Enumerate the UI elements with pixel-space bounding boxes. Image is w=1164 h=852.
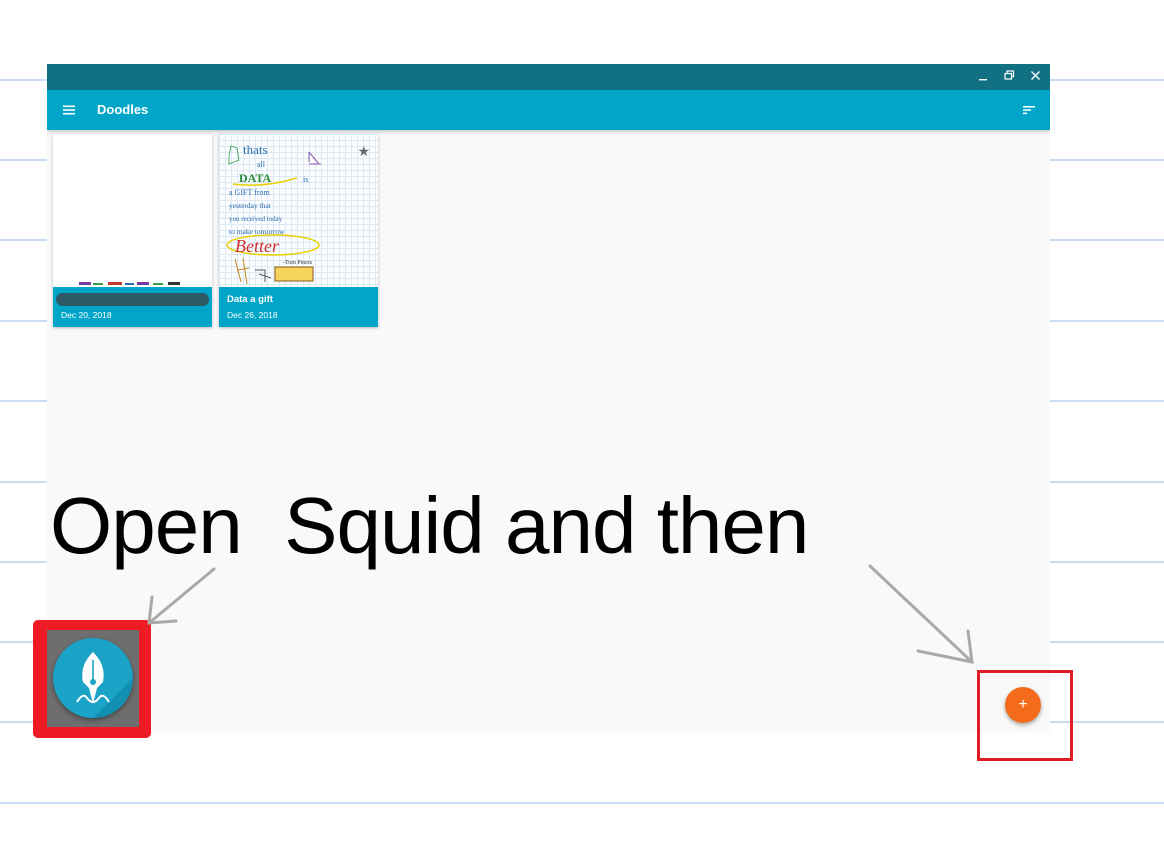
note-thumbnail: thats all DATA is a GIFT from yesterday … xyxy=(219,134,378,287)
add-button-highlight xyxy=(977,670,1073,761)
doodle-text: DATA xyxy=(239,171,272,185)
note-thumbnail xyxy=(53,134,212,287)
app-bar: Doodles xyxy=(47,90,1050,130)
star-icon[interactable]: ★ xyxy=(357,144,370,158)
note-caption: Dec 20, 2018 xyxy=(53,287,212,327)
note-date: Dec 20, 2018 xyxy=(61,310,112,320)
minimize-icon[interactable] xyxy=(974,68,992,86)
doodle-text: you received today xyxy=(229,215,283,223)
doodle-text: thats xyxy=(243,142,268,157)
close-icon[interactable] xyxy=(1026,68,1044,86)
squid-app-icon[interactable] xyxy=(53,638,133,718)
app-title: Doodles xyxy=(97,102,149,117)
note-caption: Data a gift Dec 26, 2018 xyxy=(219,287,378,327)
sort-icon[interactable] xyxy=(1022,103,1036,117)
note-title: Data a gift xyxy=(227,294,273,305)
doodle-text: yesterday that xyxy=(229,201,272,210)
hamburger-menu-icon[interactable] xyxy=(62,103,76,117)
note-date: Dec 26, 2018 xyxy=(227,310,278,320)
doodle-text: -Tom Peters xyxy=(283,260,313,266)
doodle-text: is xyxy=(303,175,308,184)
restore-icon[interactable] xyxy=(1000,68,1018,86)
doodle-text: all xyxy=(257,160,266,169)
doodle-text: Better xyxy=(235,236,280,256)
note-card[interactable]: thats all DATA is a GIFT from yesterday … xyxy=(219,134,378,327)
note-card[interactable]: Dec 20, 2018 xyxy=(53,134,212,327)
window-title-bar xyxy=(47,64,1050,90)
instruction-text: Open Squid and then xyxy=(50,481,809,570)
squid-app-window: Doodles Dec 20, 2018 thats all DATA is a… xyxy=(47,64,1050,732)
doodle-text: a GIFT from xyxy=(229,188,271,197)
redacted-title xyxy=(56,293,209,306)
